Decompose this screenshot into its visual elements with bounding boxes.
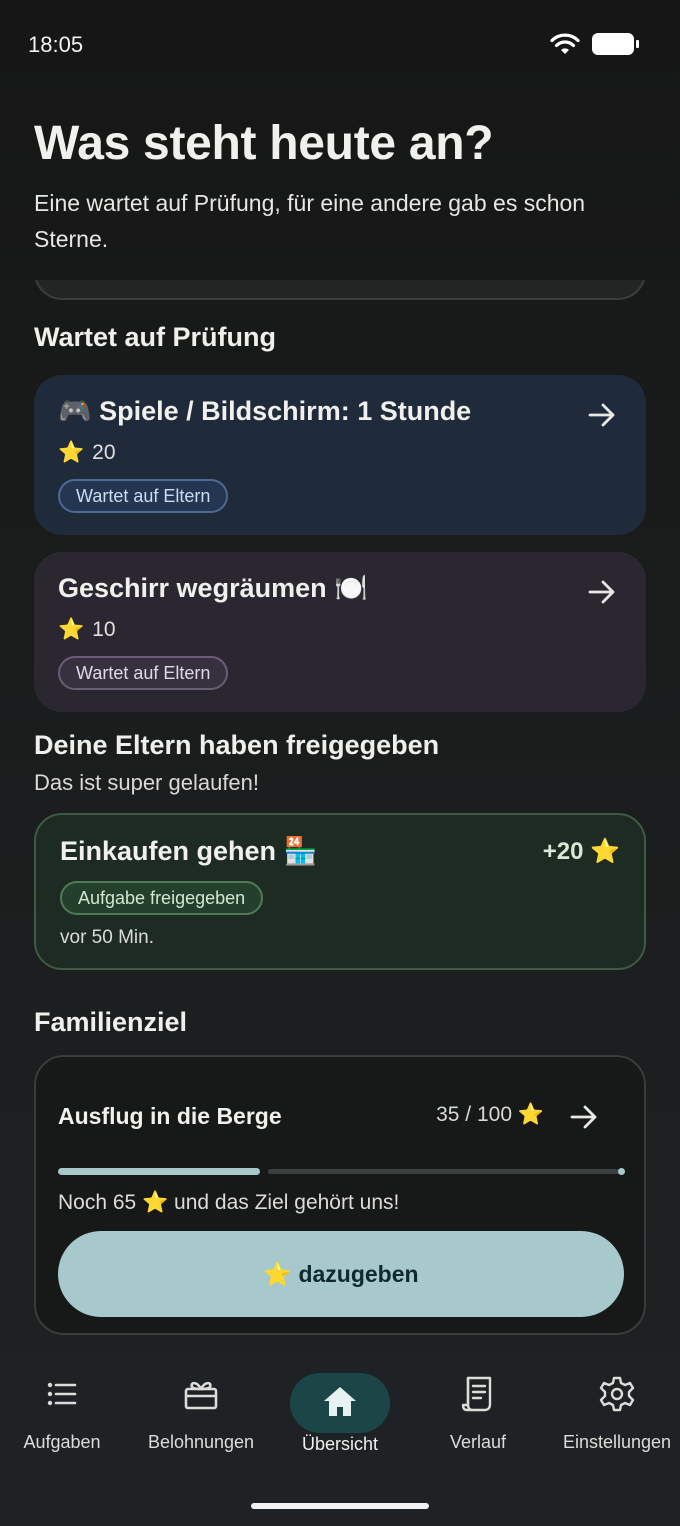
home-indicator[interactable] <box>251 1503 429 1509</box>
gift-icon <box>184 1381 218 1410</box>
status-time: 18:05 <box>28 32 84 57</box>
arrow-right-icon[interactable] <box>586 576 618 608</box>
approved-time: vor 50 Min. <box>60 927 154 948</box>
nav-item-verlauf[interactable]: Verlauf <box>410 1374 546 1453</box>
page-header: Was steht heute an? Eine wartet auf Prüf… <box>34 116 646 257</box>
list-icon <box>47 1382 77 1406</box>
nav-item-uebersicht[interactable]: Übersicht <box>272 1374 408 1455</box>
bottom-navigation: Aufgaben Belohnungen Übersicht Verlauf E… <box>0 1356 680 1526</box>
goal-progress-track <box>268 1169 622 1174</box>
approved-section-subtitle: Das ist super gelaufen! <box>34 770 260 795</box>
nav-label: Verlauf <box>449 1432 507 1452</box>
approved-task-card[interactable]: Einkaufen gehen 🏪 +20 ⭐ Aufgabe freigege… <box>34 813 646 970</box>
task-star-count: 10 <box>92 618 116 641</box>
status-badge: Aufgabe freigegeben <box>60 881 264 915</box>
scroll-clip <box>0 250 680 280</box>
pending-task-card[interactable]: 🎮 Spiele / Bildschirm: 1 Stunde ⭐ 20 War… <box>34 375 646 535</box>
goal-section-title: Familienziel <box>34 1007 188 1037</box>
receipt-icon <box>461 1376 492 1412</box>
arrow-right-icon[interactable] <box>586 399 618 431</box>
status-bar: 18:05 <box>0 0 680 88</box>
status-icons <box>550 32 639 56</box>
task-title: 🎮 Spiele / Bildschirm: 1 Stunde <box>58 396 472 426</box>
approved-section-title: Deine Eltern haben freigegeben <box>34 730 440 760</box>
home-icon <box>324 1387 356 1416</box>
goal-progress-text: 35 / 100 ⭐ <box>436 1103 544 1126</box>
contribute-button[interactable]: ⭐ dazugeben <box>58 1231 624 1317</box>
status-badge: Wartet auf Eltern <box>58 479 229 513</box>
nav-label: Einstellungen <box>562 1432 672 1452</box>
nav-item-einstellungen[interactable]: Einstellungen <box>549 1374 680 1453</box>
status-badge: Wartet auf Eltern <box>58 656 229 690</box>
goal-remaining-text: Noch 65 ⭐ und das Ziel gehört uns! <box>58 1191 400 1214</box>
nav-item-aufgaben[interactable]: Aufgaben <box>0 1374 130 1453</box>
family-goal-card[interactable]: Ausflug in die Berge 35 / 100 ⭐ Noch 65 … <box>34 1055 646 1335</box>
reward-amount: +20 ⭐ <box>542 838 620 865</box>
pending-task-card[interactable]: Geschirr wegräumen 🍽️ ⭐ 10 Wartet auf El… <box>34 552 646 712</box>
nav-label: Belohnungen <box>147 1432 255 1452</box>
goal-progress-end-dot <box>618 1168 625 1175</box>
task-star-count: 20 <box>92 441 116 464</box>
battery-icon <box>592 33 639 55</box>
task-stars: ⭐ 20 <box>58 441 622 465</box>
star-icon: ⭐ <box>58 618 85 641</box>
task-title: Geschirr wegräumen 🍽️ <box>58 573 368 603</box>
goal-name: Ausflug in die Berge <box>58 1103 282 1129</box>
star-icon: ⭐ <box>58 441 85 464</box>
task-stars: ⭐ 10 <box>58 618 622 642</box>
arrow-right-icon[interactable] <box>568 1101 600 1133</box>
goal-progress-fill <box>58 1168 260 1175</box>
task-title: Einkaufen gehen 🏪 <box>60 836 318 866</box>
nav-item-belohnungen[interactable]: Belohnungen <box>133 1374 269 1453</box>
page-title: Was steht heute an? <box>34 117 494 170</box>
gear-icon <box>599 1376 635 1412</box>
pending-section-title: Wartet auf Prüfung <box>34 322 276 352</box>
page-subtitle: Eine wartet auf Prüfung, für eine andere… <box>34 190 586 252</box>
nav-label: Übersicht <box>301 1434 379 1454</box>
wifi-icon <box>550 33 580 54</box>
nav-label: Aufgaben <box>23 1432 101 1452</box>
